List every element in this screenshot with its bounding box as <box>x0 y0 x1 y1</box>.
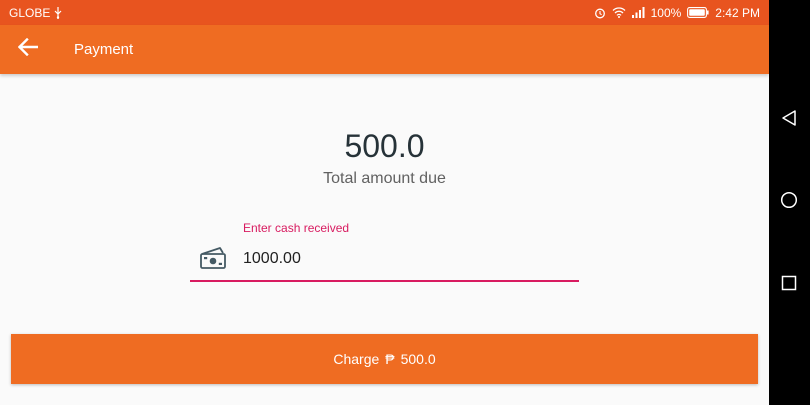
cash-input-underline <box>190 280 579 282</box>
amount-due: 500.0 <box>344 128 425 164</box>
charge-label: Charge <box>333 351 380 367</box>
back-triangle-icon <box>780 109 798 132</box>
alarm-icon <box>594 7 606 19</box>
app-bar: Payment <box>0 25 769 74</box>
charge-button[interactable]: Charge ₱ 500.0 <box>11 334 758 384</box>
system-nav-bar <box>769 0 810 405</box>
usb-icon <box>54 6 62 19</box>
battery-percent: 100% <box>650 5 682 20</box>
wifi-icon <box>612 7 626 18</box>
status-right: 100% 2:42 PM <box>594 6 760 20</box>
cash-received-input[interactable] <box>243 250 563 268</box>
cash-field-label: Enter cash received <box>243 221 350 235</box>
amount-due-label: Total amount due <box>323 170 446 187</box>
charge-amount: 500.0 <box>400 351 436 367</box>
nav-recents-button[interactable] <box>777 273 801 297</box>
recents-square-icon <box>781 275 797 296</box>
page-title: Payment <box>74 41 134 58</box>
currency-symbol: ₱ <box>385 351 395 367</box>
nav-back-button[interactable] <box>777 108 801 132</box>
payment-screen: GLOBE 100% 2:42 PM Payment 500.0 Total a… <box>0 0 769 405</box>
clock-time: 2:42 PM <box>715 5 760 20</box>
home-circle-icon <box>780 191 798 214</box>
nav-home-button[interactable] <box>777 190 801 214</box>
back-button[interactable] <box>0 25 56 74</box>
signal-icon <box>631 7 645 18</box>
money-icon <box>199 245 227 276</box>
battery-icon <box>687 7 709 18</box>
status-left: GLOBE <box>9 6 62 20</box>
arrow-back-icon <box>17 37 39 61</box>
carrier-name: GLOBE <box>9 5 51 20</box>
status-bar: GLOBE 100% 2:42 PM <box>0 0 769 25</box>
